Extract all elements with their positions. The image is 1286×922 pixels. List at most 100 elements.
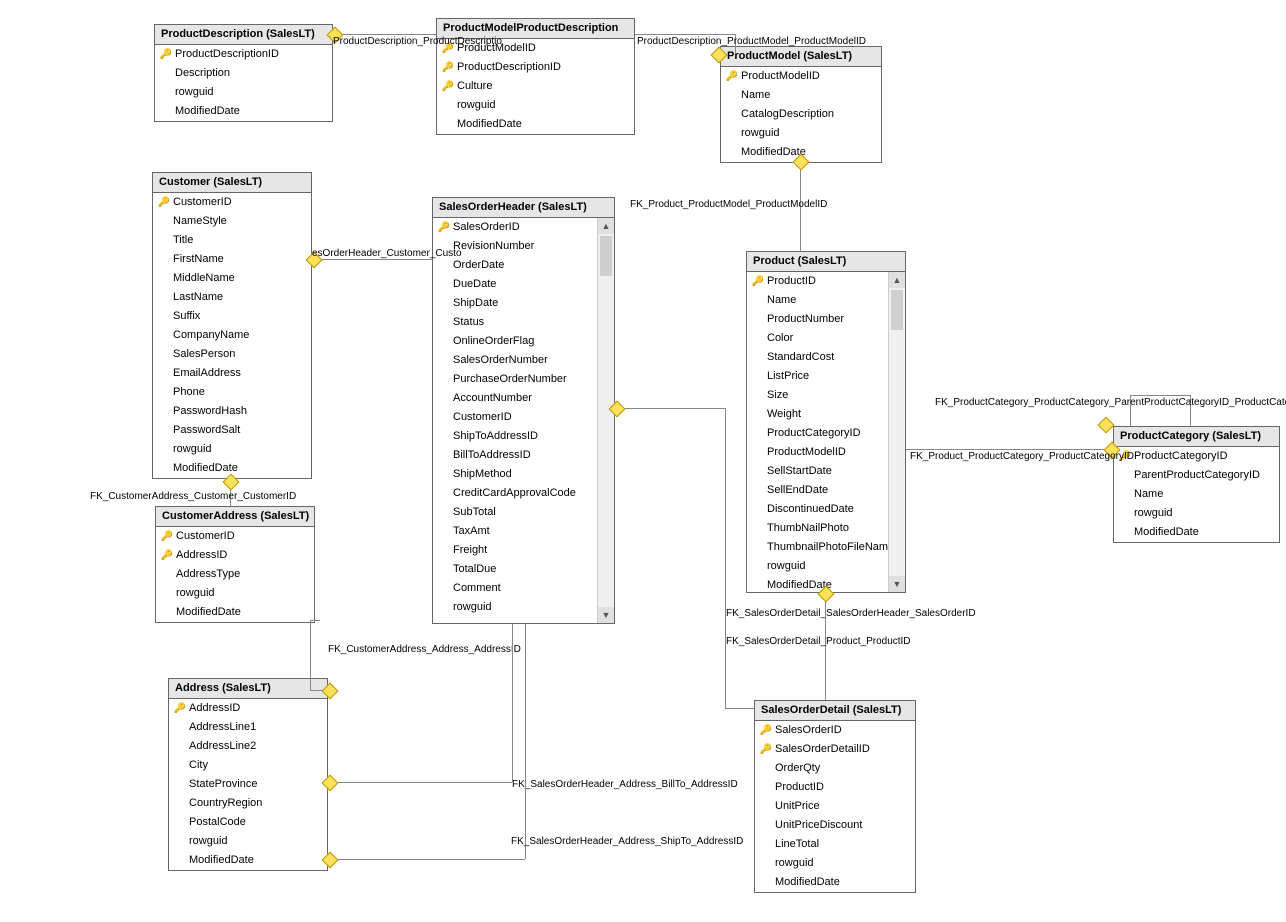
column-row[interactable]: ModifiedDate: [755, 873, 915, 892]
column-row[interactable]: Description: [155, 64, 332, 83]
column-row[interactable]: CustomerID: [433, 408, 614, 427]
column-row[interactable]: rowguid: [747, 557, 905, 576]
column-row[interactable]: CatalogDescription: [721, 105, 881, 124]
column-row[interactable]: ModifiedDate: [156, 603, 314, 622]
column-row[interactable]: StateProvince: [169, 775, 327, 794]
column-row[interactable]: ModifiedDate: [1114, 523, 1279, 542]
column-row[interactable]: 🔑SalesOrderID: [755, 721, 915, 740]
column-row[interactable]: Freight: [433, 541, 614, 560]
column-row[interactable]: Color: [747, 329, 905, 348]
column-row[interactable]: rowguid: [437, 96, 634, 115]
column-row[interactable]: AddressLine2: [169, 737, 327, 756]
column-row[interactable]: ShipMethod: [433, 465, 614, 484]
column-row[interactable]: ParentProductCategoryID: [1114, 466, 1279, 485]
scrollbar[interactable]: ▲▼: [597, 218, 614, 623]
entity-productmodel[interactable]: ProductModel (SalesLT) 🔑ProductModelIDNa…: [720, 46, 882, 163]
column-row[interactable]: ModifiedDate: [169, 851, 327, 870]
column-row[interactable]: 🔑AddressID: [156, 546, 314, 565]
column-row[interactable]: rowguid: [433, 598, 614, 617]
column-row[interactable]: 🔑Culture: [437, 77, 634, 96]
entity-customer[interactable]: Customer (SalesLT) 🔑CustomerIDNameStyleT…: [152, 172, 312, 479]
column-row[interactable]: Name: [1114, 485, 1279, 504]
column-row[interactable]: PasswordSalt: [153, 421, 311, 440]
column-row[interactable]: ProductCategoryID: [747, 424, 905, 443]
column-row[interactable]: 🔑AddressID: [169, 699, 327, 718]
column-row[interactable]: AddressLine1: [169, 718, 327, 737]
column-row[interactable]: BillToAddressID: [433, 446, 614, 465]
column-row[interactable]: LineTotal: [755, 835, 915, 854]
entity-salesorderdetail[interactable]: SalesOrderDetail (SalesLT) 🔑SalesOrderID…: [754, 700, 916, 893]
column-row[interactable]: rowguid: [721, 124, 881, 143]
column-row[interactable]: Weight: [747, 405, 905, 424]
column-row[interactable]: ShipDate: [433, 294, 614, 313]
column-row[interactable]: PurchaseOrderNumber: [433, 370, 614, 389]
column-row[interactable]: Phone: [153, 383, 311, 402]
column-row[interactable]: EmailAddress: [153, 364, 311, 383]
column-row[interactable]: Name: [747, 291, 905, 310]
entity-product[interactable]: Product (SalesLT) 🔑ProductIDNameProductN…: [746, 251, 906, 593]
column-row[interactable]: SalesOrderNumber: [433, 351, 614, 370]
entity-productcategory[interactable]: ProductCategory (SalesLT) 🔑ProductCatego…: [1113, 426, 1280, 543]
column-row[interactable]: Status: [433, 313, 614, 332]
column-row[interactable]: rowguid: [169, 832, 327, 851]
column-row[interactable]: PasswordHash: [153, 402, 311, 421]
entity-address[interactable]: Address (SalesLT) 🔑AddressIDAddressLine1…: [168, 678, 328, 871]
column-row[interactable]: PostalCode: [169, 813, 327, 832]
column-row[interactable]: FirstName: [153, 250, 311, 269]
column-row[interactable]: AccountNumber: [433, 389, 614, 408]
column-row[interactable]: AddressType: [156, 565, 314, 584]
column-row[interactable]: UnitPrice: [755, 797, 915, 816]
column-row[interactable]: OnlineOrderFlag: [433, 332, 614, 351]
column-row[interactable]: 🔑SalesOrderDetailID: [755, 740, 915, 759]
column-row[interactable]: NameStyle: [153, 212, 311, 231]
column-row[interactable]: Title: [153, 231, 311, 250]
column-row[interactable]: SellStartDate: [747, 462, 905, 481]
column-row[interactable]: 🔑CustomerID: [153, 193, 311, 212]
column-row[interactable]: Size: [747, 386, 905, 405]
column-row[interactable]: rowguid: [1114, 504, 1279, 523]
column-row[interactable]: Comment: [433, 579, 614, 598]
scroll-up-icon[interactable]: ▲: [598, 218, 614, 234]
column-row[interactable]: UnitPriceDiscount: [755, 816, 915, 835]
column-row[interactable]: 🔑CustomerID: [156, 527, 314, 546]
column-row[interactable]: ModifiedDate: [437, 115, 634, 134]
scroll-thumb[interactable]: [600, 236, 612, 276]
column-row[interactable]: Suffix: [153, 307, 311, 326]
column-row[interactable]: 🔑ProductDescriptionID: [155, 45, 332, 64]
column-row[interactable]: rowguid: [155, 83, 332, 102]
column-row[interactable]: OrderQty: [755, 759, 915, 778]
column-row[interactable]: ModifiedDate: [155, 102, 332, 121]
column-row[interactable]: ProductNumber: [747, 310, 905, 329]
column-row[interactable]: 🔑ProductModelID: [721, 67, 881, 86]
column-row[interactable]: 🔑ProductCategoryID: [1114, 447, 1279, 466]
column-row[interactable]: DiscontinuedDate: [747, 500, 905, 519]
entity-productdescription[interactable]: ProductDescription (SalesLT) 🔑ProductDes…: [154, 24, 333, 122]
scroll-thumb[interactable]: [891, 290, 903, 330]
column-row[interactable]: ThumbNailPhoto: [747, 519, 905, 538]
column-row[interactable]: CountryRegion: [169, 794, 327, 813]
scroll-up-icon[interactable]: ▲: [889, 272, 905, 288]
column-row[interactable]: CompanyName: [153, 326, 311, 345]
column-row[interactable]: LastName: [153, 288, 311, 307]
column-row[interactable]: TotalDue: [433, 560, 614, 579]
column-row[interactable]: ShipToAddressID: [433, 427, 614, 446]
column-row[interactable]: 🔑SalesOrderID: [433, 218, 614, 237]
column-row[interactable]: rowguid: [755, 854, 915, 873]
column-row[interactable]: MiddleName: [153, 269, 311, 288]
entity-salesorderheader[interactable]: SalesOrderHeader (SalesLT) 🔑SalesOrderID…: [432, 197, 615, 624]
column-row[interactable]: ThumbnailPhotoFileName: [747, 538, 905, 557]
column-row[interactable]: SellEndDate: [747, 481, 905, 500]
column-row[interactable]: rowguid: [156, 584, 314, 603]
column-row[interactable]: Name: [721, 86, 881, 105]
column-row[interactable]: 🔑ProductDescriptionID: [437, 58, 634, 77]
column-row[interactable]: SubTotal: [433, 503, 614, 522]
column-row[interactable]: ProductModelID: [747, 443, 905, 462]
scroll-down-icon[interactable]: ▼: [598, 607, 614, 623]
entity-customeraddress[interactable]: CustomerAddress (SalesLT) 🔑CustomerID🔑Ad…: [155, 506, 315, 623]
column-row[interactable]: 🔑ProductID: [747, 272, 905, 291]
column-row[interactable]: City: [169, 756, 327, 775]
scroll-down-icon[interactable]: ▼: [889, 576, 905, 592]
column-row[interactable]: ProductID: [755, 778, 915, 797]
column-row[interactable]: CreditCardApprovalCode: [433, 484, 614, 503]
column-row[interactable]: StandardCost: [747, 348, 905, 367]
